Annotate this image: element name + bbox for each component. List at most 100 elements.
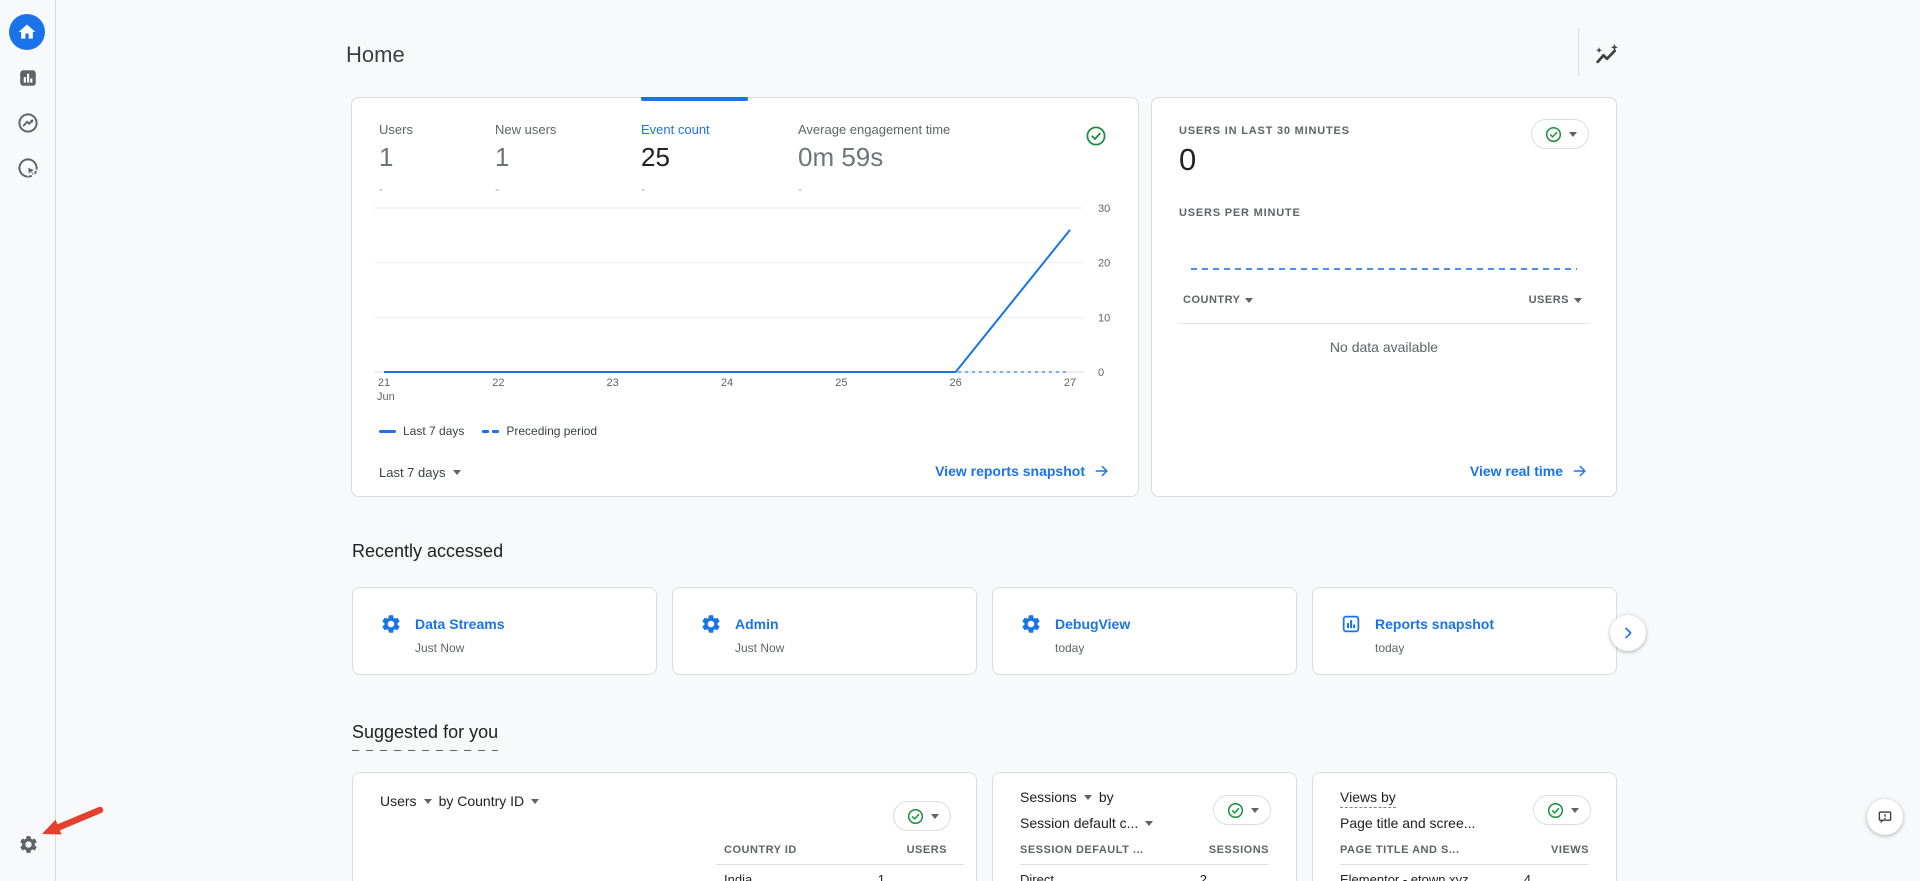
realtime-users-value: 0 bbox=[1179, 142, 1197, 177]
recent-card-debugview[interactable]: DebugView today bbox=[992, 587, 1297, 675]
realtime-users-sort[interactable]: USERS bbox=[1529, 294, 1582, 306]
svg-text:0: 0 bbox=[1098, 367, 1104, 379]
card-quality-button[interactable] bbox=[893, 801, 951, 831]
sidebar-item-home[interactable] bbox=[9, 14, 45, 50]
gear-icon bbox=[19, 835, 37, 853]
card-dimension-selector[interactable]: Session default c... bbox=[1020, 815, 1154, 831]
header-divider bbox=[1578, 28, 1579, 76]
svg-text:10: 10 bbox=[1098, 312, 1110, 324]
arrow-right-icon bbox=[1095, 465, 1108, 477]
suggested-card-views-by-page: Views by Page title and scree... PAGE TI… bbox=[1312, 772, 1617, 881]
column-header[interactable]: USERS bbox=[907, 844, 947, 856]
trend-chart: 0 10 20 30 21 22 23 24 25 26 27 Jun bbox=[366, 198, 1126, 410]
by-label: by bbox=[1098, 789, 1114, 805]
view-reports-snapshot-link[interactable]: View reports snapshot bbox=[935, 462, 1111, 480]
legend-item-current: Last 7 days bbox=[379, 424, 464, 438]
column-label: USERS bbox=[1528, 294, 1569, 306]
metric-tab-engagement-time[interactable]: Average engagement time 0m 59s - bbox=[798, 98, 1008, 196]
table-cell-value: 1 bbox=[877, 872, 885, 881]
gear-icon bbox=[382, 615, 400, 633]
gear-icon bbox=[702, 615, 720, 633]
realtime-quality-button[interactable] bbox=[1531, 119, 1589, 149]
recent-card-reports-snapshot[interactable]: Reports snapshot today bbox=[1312, 587, 1617, 675]
card-suggestion-link[interactable]: Views by bbox=[1340, 789, 1396, 808]
table-divider bbox=[1340, 864, 1589, 865]
legend-label: Last 7 days bbox=[403, 424, 465, 438]
table-cell-dimension: Elementor - etown xyz bbox=[1340, 872, 1469, 881]
date-range-selector[interactable]: Last 7 days bbox=[379, 465, 461, 480]
sidebar-item-reports[interactable] bbox=[15, 65, 41, 91]
column-header[interactable]: COUNTRY ID bbox=[724, 844, 797, 856]
card-dimension-selector[interactable]: Users by Country ID bbox=[380, 793, 540, 809]
bar-chart-icon bbox=[1342, 615, 1360, 633]
metric-tab-event-count[interactable]: Event count 25 - bbox=[641, 98, 791, 196]
chevron-down-icon bbox=[1568, 131, 1577, 137]
table-cell-value: 4 bbox=[1523, 872, 1531, 881]
table-cell-dimension: Direct bbox=[1020, 872, 1054, 881]
suggested-heading: Suggested for you bbox=[352, 722, 499, 751]
recent-card-admin[interactable]: Admin Just Now bbox=[672, 587, 977, 675]
check-circle-icon bbox=[1547, 802, 1563, 818]
svg-text:24: 24 bbox=[721, 377, 733, 389]
realtime-country-sort[interactable]: COUNTRY bbox=[1183, 294, 1254, 306]
view-real-time-link[interactable]: View real time bbox=[1470, 462, 1589, 480]
column-header[interactable]: SESSIONS bbox=[1209, 844, 1269, 856]
arrow-right-icon bbox=[1573, 465, 1586, 477]
date-range-label: Last 7 days bbox=[379, 465, 446, 480]
check-circle-icon bbox=[1545, 126, 1561, 142]
table-divider bbox=[1179, 323, 1589, 324]
legend-swatch-solid bbox=[379, 429, 396, 433]
metric-tab-users[interactable]: Users 1 - bbox=[379, 98, 489, 196]
explore-icon bbox=[18, 113, 38, 133]
reports-icon bbox=[20, 70, 36, 86]
recent-card-time: today bbox=[1055, 641, 1085, 655]
sidebar-item-advertising[interactable] bbox=[15, 155, 41, 181]
card-dimension-label[interactable]: Page title and scree... bbox=[1340, 815, 1475, 831]
metric-delta: - bbox=[495, 182, 499, 196]
card-dimension-selector[interactable]: Sessions by bbox=[1020, 789, 1114, 805]
overview-card: Users 1 - New users 1 - Event count 25 -… bbox=[351, 97, 1139, 497]
chevron-down-icon bbox=[531, 798, 540, 804]
suggestion-label: Views by bbox=[1340, 789, 1396, 808]
metric-label: Event count bbox=[641, 122, 710, 137]
metric-label: Users bbox=[379, 122, 413, 137]
sidebar-item-settings[interactable] bbox=[15, 831, 41, 857]
page-title: Home bbox=[346, 42, 405, 67]
chevron-right-icon bbox=[1625, 627, 1632, 639]
column-header[interactable]: SESSION DEFAULT ... bbox=[1020, 844, 1144, 856]
svg-text:26: 26 bbox=[950, 377, 962, 389]
sidebar bbox=[0, 0, 56, 881]
card-quality-button[interactable] bbox=[1213, 795, 1271, 825]
recently-accessed-heading: Recently accessed bbox=[352, 541, 504, 561]
no-data-text: No data available bbox=[1329, 339, 1439, 355]
feedback-button[interactable] bbox=[1867, 799, 1903, 835]
chevron-down-icon bbox=[423, 798, 432, 804]
recent-card-title: DebugView bbox=[1055, 616, 1131, 632]
home-icon bbox=[18, 24, 36, 39]
table-divider bbox=[1020, 864, 1269, 865]
card-quality-button[interactable] bbox=[1533, 795, 1591, 825]
dimension-dropdown-label: by Country ID bbox=[438, 793, 525, 809]
column-header[interactable]: PAGE TITLE AND S... bbox=[1340, 844, 1460, 856]
sidebar-item-explore[interactable] bbox=[15, 110, 41, 136]
svg-text:23: 23 bbox=[607, 377, 619, 389]
data-quality-button[interactable] bbox=[1084, 124, 1108, 148]
recent-card-title: Reports snapshot bbox=[1375, 616, 1495, 632]
dimension-dropdown-label: Session default c... bbox=[1020, 815, 1139, 831]
metric-label: New users bbox=[495, 122, 557, 137]
metric-value: 25 bbox=[641, 142, 670, 172]
column-header[interactable]: VIEWS bbox=[1551, 844, 1589, 856]
insights-button[interactable] bbox=[1593, 42, 1621, 70]
metric-tab-new-users[interactable]: New users 1 - bbox=[495, 98, 635, 196]
chevron-down-icon bbox=[1145, 820, 1154, 826]
sort-caret-icon bbox=[1574, 297, 1582, 303]
scroll-right-button[interactable] bbox=[1610, 615, 1646, 651]
check-circle-icon bbox=[907, 808, 923, 824]
recent-card-data-streams[interactable]: Data Streams Just Now bbox=[352, 587, 657, 675]
recent-card-title: Admin bbox=[735, 616, 779, 632]
metric-delta: - bbox=[379, 182, 383, 196]
chart-legend: Last 7 days Preceding period bbox=[379, 424, 597, 438]
advertising-icon bbox=[18, 158, 39, 178]
svg-text:25: 25 bbox=[835, 377, 847, 389]
realtime-card: USERS IN LAST 30 MINUTES 0 USERS PER MIN… bbox=[1151, 97, 1617, 497]
